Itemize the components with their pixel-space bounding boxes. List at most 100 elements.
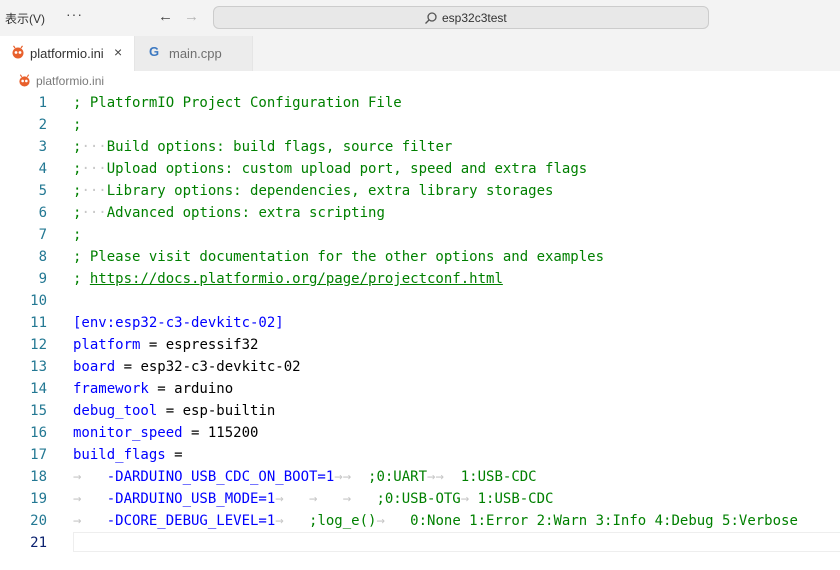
- code-token: ;: [73, 271, 90, 287]
- line-code: ;: [73, 114, 81, 136]
- line-code: platform = espressif32: [73, 334, 258, 356]
- code-token: Advanced options: extra scripting: [106, 205, 385, 221]
- line-number: 11: [30, 315, 47, 331]
- code-line[interactable]: 1 ; PlatformIO Project Configuration File: [0, 92, 840, 114]
- tab-label: platformio.ini: [30, 46, 104, 61]
- current-line-highlight: [73, 532, 840, 552]
- line-code: → -DARDUINO_USB_CDC_ON_BOOT=1→→ ;0:UART→…: [73, 466, 537, 488]
- line-number: 1: [38, 95, 47, 111]
- code-token: ;0:USB-OTG: [376, 491, 461, 507]
- line-number: 5: [38, 183, 47, 199]
- line-code: ; https://docs.platformio.org/page/proje…: [73, 268, 503, 290]
- whitespace-marker: ···: [81, 161, 107, 177]
- code-token: 1:USB-CDC: [477, 491, 554, 507]
- code-token: 0:None 1:Error 2:Warn 3:Info 4:Debug 5:V…: [410, 513, 798, 529]
- code-line[interactable]: 5 ;···Library options: dependencies, extr…: [0, 180, 840, 202]
- command-center-search[interactable]: esp32c3test: [213, 6, 709, 29]
- line-number: 3: [38, 139, 47, 155]
- tab-main-cpp[interactable]: G main.cpp: [135, 36, 253, 71]
- breadcrumb-file[interactable]: platformio.ini: [36, 74, 104, 88]
- code-token: ;: [73, 117, 82, 133]
- line-number: 2: [38, 117, 47, 133]
- code-line[interactable]: 11 [env:esp32-c3-devkitc-02]: [0, 312, 840, 334]
- line-code: ;···Build options: build flags, source f…: [73, 136, 452, 158]
- code-token: =: [165, 447, 183, 463]
- code-token: -DCORE_DEBUG_LEVEL=1: [106, 513, 276, 529]
- whitespace-marker: ···: [81, 139, 107, 155]
- code-line[interactable]: 14 framework = arduino: [0, 378, 840, 400]
- platformio-alien-icon: [12, 45, 24, 59]
- code-token: https://docs.platformio.org/page/project…: [89, 271, 503, 287]
- line-code: → -DARDUINO_USB_MODE=1→ → → ;0:USB-OTG→ …: [73, 488, 553, 510]
- line-code: board = esp32-c3-devkitc-02: [73, 356, 301, 378]
- whitespace-marker: ···: [81, 205, 107, 221]
- code-token: platform: [73, 337, 141, 353]
- line-number: 9: [38, 271, 47, 287]
- code-line[interactable]: 12 platform = espressif32: [0, 334, 840, 356]
- line-number: 19: [30, 491, 47, 507]
- code-token: 1:USB-CDC: [460, 469, 537, 485]
- close-icon[interactable]: ×: [114, 44, 122, 60]
- code-token: ;: [73, 227, 82, 243]
- code-token: ;log_e(): [309, 513, 377, 529]
- line-code: ; PlatformIO Project Configuration File: [73, 92, 402, 114]
- breadcrumb: platformio.ini: [0, 71, 840, 92]
- line-code: ; Please visit documentation for the oth…: [73, 246, 604, 268]
- code-token: ;0:UART: [368, 469, 428, 485]
- forward-arrow-icon: →: [184, 8, 199, 25]
- line-code: debug_tool = esp-builtin: [73, 400, 275, 422]
- editor-tab-bar: platformio.ini × G main.cpp: [0, 36, 840, 71]
- code-token: = arduino: [148, 381, 234, 397]
- tab-platformio-ini[interactable]: platformio.ini ×: [0, 36, 135, 71]
- code-line[interactable]: 15 debug_tool = esp-builtin: [0, 400, 840, 422]
- whitespace-marker: →: [460, 491, 478, 507]
- code-token: Build options: build flags, source filte…: [106, 139, 453, 155]
- whitespace-marker: →→: [427, 469, 461, 485]
- line-code: build_flags =: [73, 444, 183, 466]
- code-editor[interactable]: 1 ; PlatformIO Project Configuration File…: [0, 92, 840, 570]
- line-number: 14: [30, 381, 47, 397]
- whitespace-marker: →: [73, 491, 107, 507]
- code-token: debug_tool: [73, 403, 158, 419]
- code-token: -DARDUINO_USB_CDC_ON_BOOT=1: [106, 469, 335, 485]
- code-line[interactable]: 4 ;···Upload options: custom upload port,…: [0, 158, 840, 180]
- more-icon[interactable]: ···: [66, 6, 83, 22]
- code-line[interactable]: 21: [0, 532, 840, 554]
- whitespace-marker: →: [73, 513, 107, 529]
- code-token: ; Please visit documentation for the oth…: [73, 249, 605, 265]
- tab-label: main.cpp: [169, 46, 222, 61]
- code-line[interactable]: 20 → -DCORE_DEBUG_LEVEL=1→ ;log_e()→ 0:No…: [0, 510, 840, 532]
- code-token: ; PlatformIO Project Configuration File: [73, 95, 402, 111]
- whitespace-marker: → → →: [275, 491, 377, 507]
- back-arrow-icon[interactable]: ←: [158, 8, 173, 26]
- title-bar: 表示(V) ··· ← → esp32c3test: [0, 0, 840, 36]
- line-number: 7: [38, 227, 47, 243]
- line-number: 17: [30, 447, 47, 463]
- code-line[interactable]: 17 build_flags =: [0, 444, 840, 466]
- code-line[interactable]: 6 ;···Advanced options: extra scripting: [0, 202, 840, 224]
- code-token: -DARDUINO_USB_MODE=1: [106, 491, 276, 507]
- line-code: → -DCORE_DEBUG_LEVEL=1→ ;log_e()→ 0:None…: [73, 510, 798, 532]
- code-line[interactable]: 16 monitor_speed = 115200: [0, 422, 840, 444]
- line-number: 10: [30, 293, 47, 309]
- code-line[interactable]: 7;: [0, 224, 840, 246]
- line-number: 18: [30, 469, 47, 485]
- code-token: Upload options: custom upload port, spee…: [106, 161, 588, 177]
- code-token: board: [73, 359, 116, 375]
- code-line[interactable]: 3 ;···Build options: build flags, source …: [0, 136, 840, 158]
- code-line[interactable]: 10: [0, 290, 840, 312]
- code-line[interactable]: 19 → -DARDUINO_USB_MODE=1→ → → ;0:USB-OTG…: [0, 488, 840, 510]
- line-code: ;···Upload options: custom upload port, …: [73, 158, 587, 180]
- line-code: ;···Advanced options: extra scripting: [73, 202, 385, 224]
- search-icon: [425, 12, 437, 24]
- code-line[interactable]: 13 board = esp32-c3-devkitc-02: [0, 356, 840, 378]
- code-line[interactable]: 18 → -DARDUINO_USB_CDC_ON_BOOT=1→→ ;0:UAR…: [0, 466, 840, 488]
- command-center-label: esp32c3test: [442, 11, 507, 25]
- code-line[interactable]: 9; https://docs.platformio.org/page/proj…: [0, 268, 840, 290]
- line-number: 6: [38, 205, 47, 221]
- code-token: framework: [73, 381, 149, 397]
- menu-view[interactable]: 表示(V): [5, 10, 45, 27]
- code-line[interactable]: 2;: [0, 114, 840, 136]
- code-token: [env:esp32-c3-devkitc-02]: [73, 315, 284, 331]
- code-line[interactable]: 8 ; Please visit documentation for the ot…: [0, 246, 840, 268]
